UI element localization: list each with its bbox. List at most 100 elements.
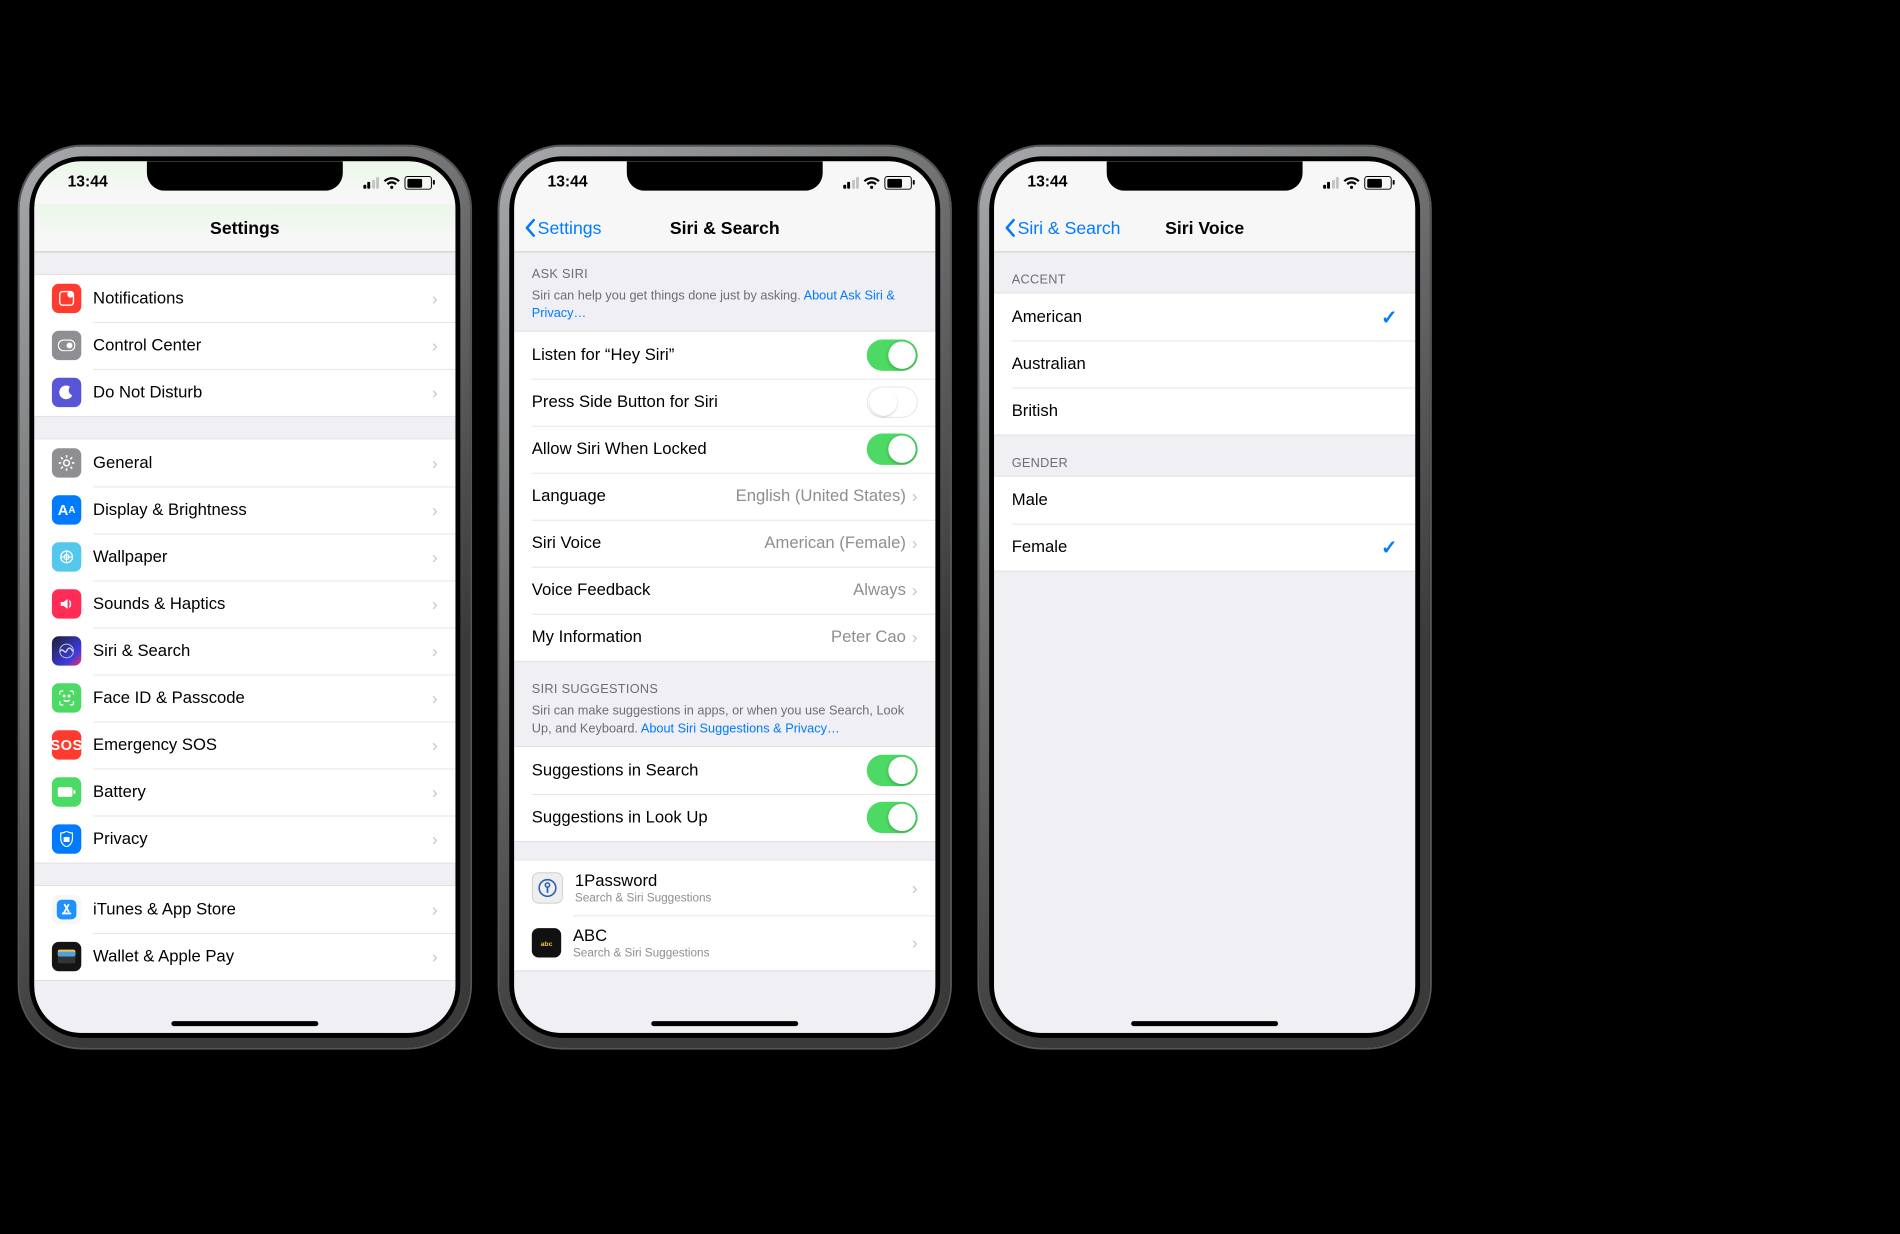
row-label: Sounds & Haptics xyxy=(93,594,432,614)
wifi-icon xyxy=(383,177,401,190)
chevron-left-icon xyxy=(524,218,536,238)
row-label: American xyxy=(1012,308,1381,328)
section-desc-ask-siri: Siri can help you get things done just b… xyxy=(514,287,935,331)
row-label: Siri & Search xyxy=(93,641,432,661)
ask-siri-desc-text: Siri can help you get things done just b… xyxy=(532,288,804,303)
app-label: ABC xyxy=(573,927,912,947)
row-label: Control Center xyxy=(93,336,432,356)
row-detail: English (United States) xyxy=(736,487,906,507)
row-label: General xyxy=(93,453,432,473)
row-language[interactable]: Language English (United States) › xyxy=(514,473,935,520)
row-voice-feedback[interactable]: Voice Feedback Always › xyxy=(514,567,935,614)
phone-settings: 13:44 Settings Notifications › xyxy=(20,147,471,1048)
row-label: Siri Voice xyxy=(532,534,765,554)
1password-icon xyxy=(532,873,563,904)
settings-row-wallet[interactable]: Wallet & Apple Pay › xyxy=(34,933,455,980)
chevron-right-icon: › xyxy=(432,901,438,919)
settings-row-faceid[interactable]: Face ID & Passcode › xyxy=(34,675,455,722)
wifi-icon xyxy=(1343,177,1361,190)
chevron-right-icon: › xyxy=(432,689,438,707)
row-label: Allow Siri When Locked xyxy=(532,440,867,460)
wallet-icon xyxy=(52,942,81,971)
chevron-left-icon xyxy=(1004,218,1016,238)
row-gender-female[interactable]: Female ✓ xyxy=(994,524,1415,571)
back-label: Settings xyxy=(538,218,602,239)
toggle-suggestions-search[interactable] xyxy=(867,755,918,786)
chevron-right-icon: › xyxy=(912,582,918,600)
settings-row-dnd[interactable]: Do Not Disturb › xyxy=(34,369,455,416)
row-label: Male xyxy=(1012,491,1398,511)
settings-row-siri[interactable]: Siri & Search › xyxy=(34,628,455,675)
content[interactable]: Notifications › Control Center › Do Not … xyxy=(34,253,455,1034)
row-side-button[interactable]: Press Side Button for Siri xyxy=(514,379,935,426)
row-suggestions-search[interactable]: Suggestions in Search xyxy=(514,747,935,794)
row-accent-american[interactable]: American ✓ xyxy=(994,294,1415,341)
settings-row-privacy[interactable]: Privacy › xyxy=(34,816,455,863)
row-hey-siri[interactable]: Listen for “Hey Siri” xyxy=(514,332,935,379)
nav-bar: Siri & Search Siri Voice xyxy=(994,205,1415,253)
row-accent-australian[interactable]: Australian xyxy=(994,341,1415,388)
section-header-ask-siri: ASK SIRI xyxy=(514,253,935,287)
row-label: Listen for “Hey Siri” xyxy=(532,346,867,366)
row-my-information[interactable]: My Information Peter Cao › xyxy=(514,614,935,661)
row-suggestions-lookup[interactable]: Suggestions in Look Up xyxy=(514,794,935,841)
chevron-right-icon: › xyxy=(432,501,438,519)
home-indicator[interactable] xyxy=(1131,1021,1278,1026)
chevron-right-icon: › xyxy=(432,595,438,613)
toggle-hey-siri[interactable] xyxy=(867,340,918,371)
section-header-accent: ACCENT xyxy=(994,253,1415,293)
cellular-icon xyxy=(1323,177,1339,189)
section-header-gender: GENDER xyxy=(994,436,1415,476)
notch xyxy=(147,162,343,191)
appstore-icon xyxy=(52,895,81,924)
settings-row-control-center[interactable]: Control Center › xyxy=(34,322,455,369)
app-label: 1Password xyxy=(575,872,912,892)
toggle-siri-locked[interactable] xyxy=(867,434,918,465)
home-indicator[interactable] xyxy=(651,1021,798,1026)
battery-settings-icon xyxy=(52,778,81,807)
back-label: Siri & Search xyxy=(1018,218,1121,239)
row-label: Suggestions in Look Up xyxy=(532,808,867,828)
notifications-icon xyxy=(52,284,81,313)
toggle-suggestions-lookup[interactable] xyxy=(867,802,918,833)
settings-row-battery[interactable]: Battery › xyxy=(34,769,455,816)
settings-row-display[interactable]: AA Display & Brightness › xyxy=(34,487,455,534)
toggle-side-button[interactable] xyxy=(867,387,918,418)
content[interactable]: ASK SIRI Siri can help you get things do… xyxy=(514,253,935,1034)
sos-icon: SOS xyxy=(52,731,81,760)
row-app-1password[interactable]: 1Password Search & Siri Suggestions › xyxy=(514,861,935,916)
suggestions-privacy-link[interactable]: About Siri Suggestions & Privacy… xyxy=(641,720,840,735)
settings-row-sos[interactable]: SOS Emergency SOS › xyxy=(34,722,455,769)
row-label: Notifications xyxy=(93,289,432,309)
settings-row-general[interactable]: General › xyxy=(34,440,455,487)
row-app-abc[interactable]: abc ABC Search & Siri Suggestions › xyxy=(514,916,935,971)
display-icon: AA xyxy=(52,496,81,525)
row-gender-male[interactable]: Male xyxy=(994,477,1415,524)
back-button[interactable]: Settings xyxy=(524,218,601,239)
phone-siri-search: 13:44 Settings Siri & Search ASK SIRI Si… xyxy=(499,147,950,1048)
chevron-right-icon: › xyxy=(432,642,438,660)
row-siri-voice[interactable]: Siri Voice American (Female) › xyxy=(514,520,935,567)
row-label: Wallpaper xyxy=(93,547,432,567)
notch xyxy=(627,162,823,191)
row-label: Emergency SOS xyxy=(93,735,432,755)
abc-icon: abc xyxy=(532,929,561,958)
home-indicator[interactable] xyxy=(171,1021,318,1026)
chevron-right-icon: › xyxy=(912,880,918,898)
section-header-suggestions: SIRI SUGGESTIONS xyxy=(514,662,935,702)
content[interactable]: ACCENT American ✓ Australian British GEN… xyxy=(994,253,1415,1034)
settings-row-sounds[interactable]: Sounds & Haptics › xyxy=(34,581,455,628)
chevron-right-icon: › xyxy=(432,736,438,754)
row-siri-locked[interactable]: Allow Siri When Locked xyxy=(514,426,935,473)
chevron-right-icon: › xyxy=(912,934,918,952)
settings-row-notifications[interactable]: Notifications › xyxy=(34,275,455,322)
app-subtitle: Search & Siri Suggestions xyxy=(573,946,912,960)
row-accent-british[interactable]: British xyxy=(994,388,1415,435)
settings-row-itunes[interactable]: iTunes & App Store › xyxy=(34,886,455,933)
chevron-right-icon: › xyxy=(912,488,918,506)
back-button[interactable]: Siri & Search xyxy=(1004,218,1121,239)
page-title: Siri & Search xyxy=(670,218,780,239)
chevron-right-icon: › xyxy=(432,337,438,355)
settings-row-wallpaper[interactable]: Wallpaper › xyxy=(34,534,455,581)
siri-icon xyxy=(52,637,81,666)
